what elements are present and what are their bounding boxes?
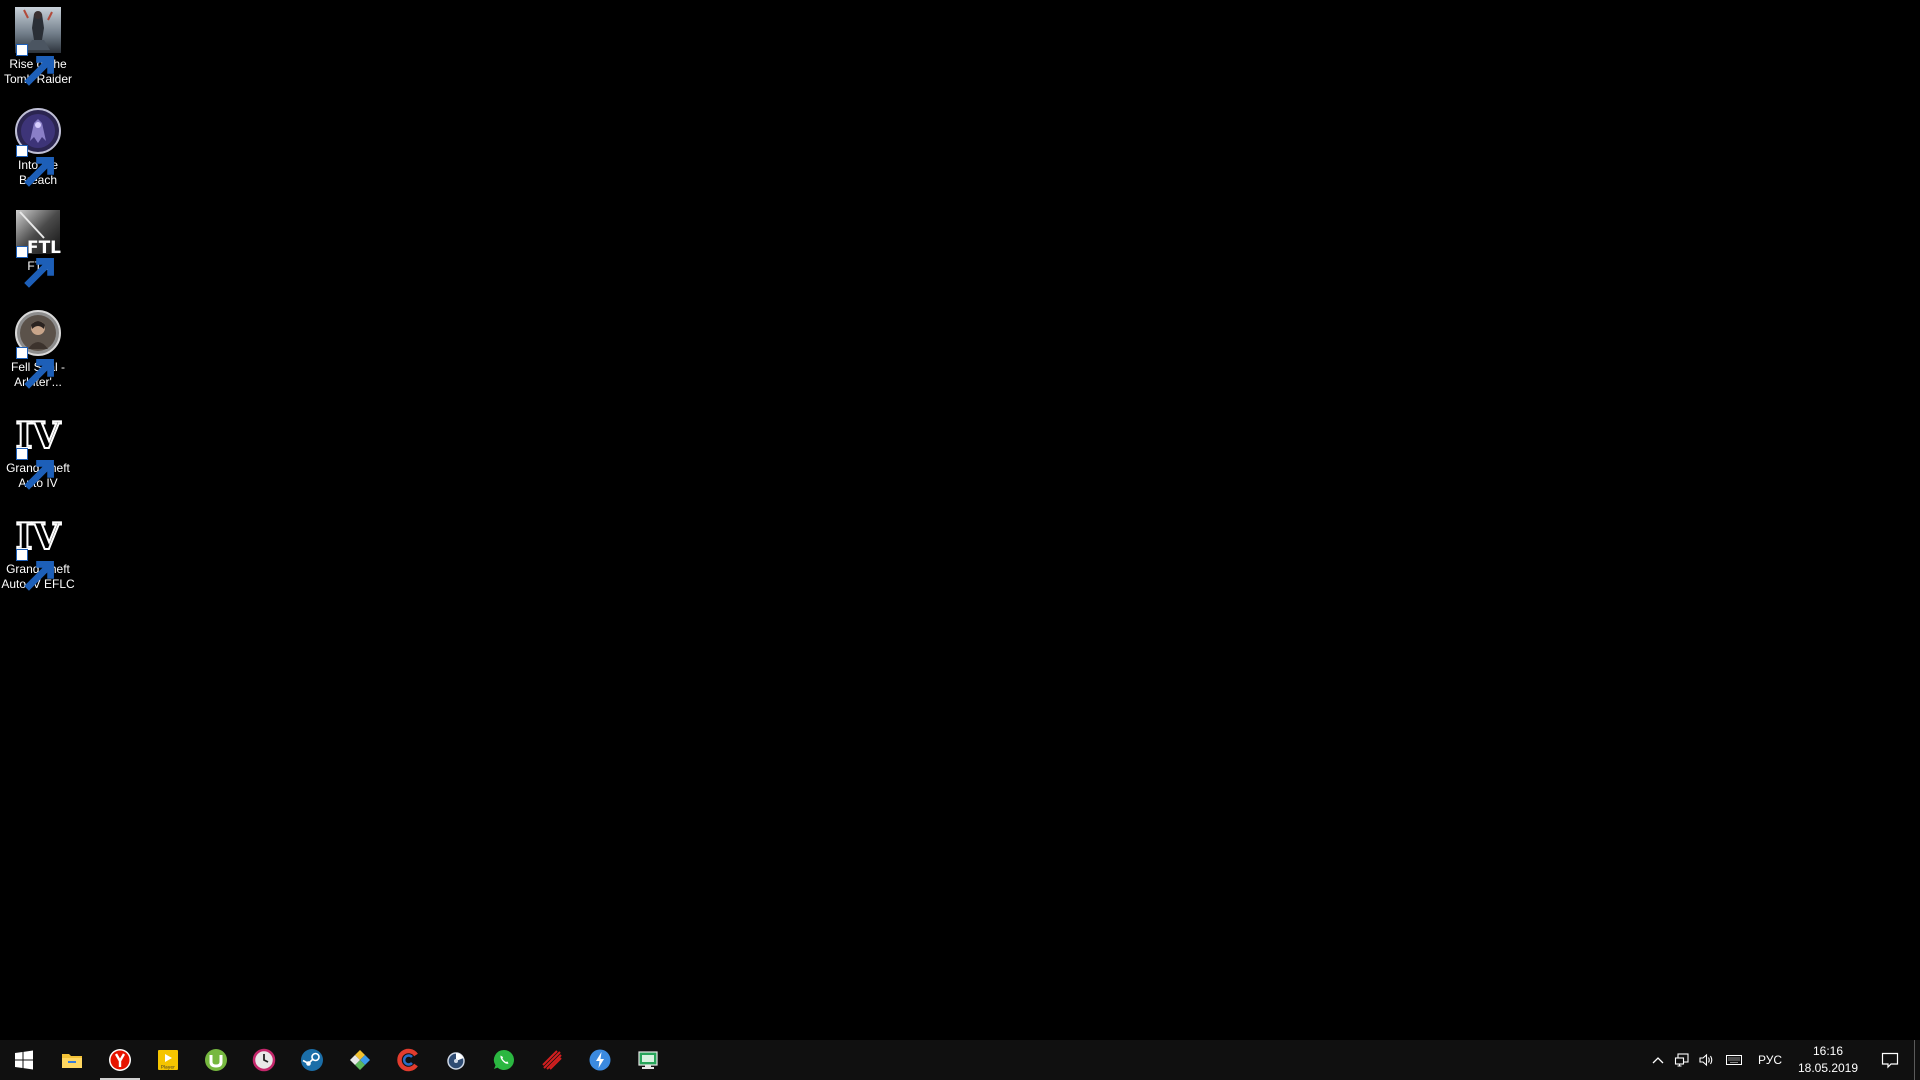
touch-keyboard-button[interactable] [1718,1040,1750,1080]
clock-app-icon [252,1048,276,1072]
whatsapp-icon [493,1049,514,1070]
taskbar-yandex-browser[interactable] [96,1040,144,1080]
shortcut-arrow-icon [16,246,54,288]
desktop-shortcut-gta-iv-eflc[interactable]: IV Grand Theft Auto IV EFLC [0,505,76,601]
shortcut-arrow-icon [16,549,54,591]
volume-button[interactable] [1694,1040,1718,1080]
input-language-indicator[interactable]: РУС [1750,1053,1790,1067]
network-button[interactable] [1670,1040,1694,1080]
taskbar-file-explorer[interactable] [48,1040,96,1080]
shortcut-arrow-icon [16,347,54,389]
ftl-icon: FTL [14,208,62,288]
show-desktop-button[interactable] [1914,1040,1920,1080]
volume-icon [1699,1053,1713,1067]
rise-of-the-tomb-raider-icon [14,6,62,86]
network-monitor-icon [638,1051,658,1069]
shortcut-arrow-icon [16,448,54,490]
file-explorer-icon [62,1054,82,1068]
ccleaner-icon [397,1048,418,1072]
taskbar-steam[interactable] [288,1040,336,1080]
taskbar-disk-tool[interactable] [432,1040,480,1080]
clock-date-text: 18.05.2019 [1797,1061,1859,1075]
system-tray: РУС 16:16 18.05.2019 [1646,1040,1920,1080]
shortcut-arrow-icon [16,44,54,86]
steam-icon [301,1049,323,1071]
chevron-up-icon [1652,1057,1664,1064]
taskbar-whatsapp[interactable] [480,1040,528,1080]
yandex-browser-icon [109,1049,131,1071]
keyboard-icon [1726,1055,1742,1065]
clock-date[interactable]: 16:16 18.05.2019 [1790,1043,1866,1077]
clock-time: 16:16 [1812,1044,1844,1058]
windows-start-icon [15,1050,33,1070]
desktop-shortcut-rise-of-the-tomb-raider[interactable]: Rise of the Tomb Raider [0,0,76,96]
fell-seal-icon [14,309,62,389]
shortcut-arrow-icon [16,145,54,187]
action-center-button[interactable] [1866,1040,1914,1080]
taskbar-speedtest[interactable] [576,1040,624,1080]
taskbar-ccleaner[interactable] [384,1040,432,1080]
disk-tool-icon [447,1052,465,1070]
taskbar: Player РУС 16:16 18.05.2019 [0,1040,1920,1080]
desktop-shortcut-gta-iv[interactable]: IV Grand Theft Auto IV [0,404,76,500]
start-button[interactable] [0,1040,48,1080]
into-the-breach-icon [14,107,62,187]
gta-iv-eflc-icon: IV [14,511,62,591]
colorful-diamond-app-icon [350,1050,370,1070]
desktop-shortcut-into-the-breach[interactable]: Into the Breach [0,101,76,197]
taskbar-network-monitor[interactable] [624,1040,672,1080]
action-center-icon [1881,1052,1899,1069]
desktop-shortcut-fell-seal[interactable]: Fell Seal - Arbiter'... [0,303,76,399]
kmplayer-icon: Player [158,1050,178,1071]
taskbar-utorrent[interactable] [192,1040,240,1080]
desktop: Rise of the Tomb Raider Into the Breach [0,0,1920,1040]
kmplayer-logo-text: Player [161,1065,175,1071]
taskbar-colorful-diamond-app[interactable] [336,1040,384,1080]
utorrent-icon [205,1049,227,1071]
show-hidden-icons-button[interactable] [1646,1040,1670,1080]
taskbar-red-stripes-app[interactable] [528,1040,576,1080]
gta-iv-icon: IV [14,410,62,490]
speedtest-icon [589,1049,611,1071]
desktop-shortcut-ftl[interactable]: FTL FTL [0,202,76,298]
taskbar-kmplayer[interactable]: Player [144,1040,192,1080]
red-stripes-app-icon [542,1050,562,1070]
taskbar-clock-app[interactable] [240,1040,288,1080]
network-icon [1674,1053,1689,1067]
